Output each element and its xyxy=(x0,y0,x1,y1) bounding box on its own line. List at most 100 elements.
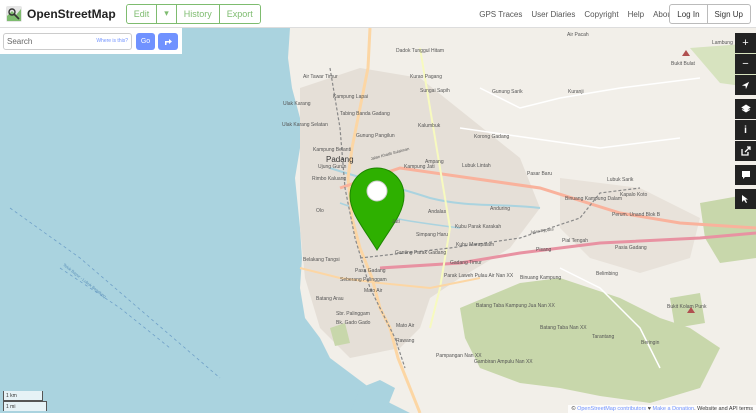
map-label: Tarantang xyxy=(592,334,615,340)
map-label: Kubu Marapalam xyxy=(456,242,495,248)
signup-button[interactable]: Sign Up xyxy=(707,4,751,24)
logo[interactable]: OpenStreetMap xyxy=(6,0,116,28)
map-label: Andalas xyxy=(428,209,447,215)
map-label: Ujung Gurun xyxy=(318,164,347,170)
map-label: Perum. Unand Blok B xyxy=(612,212,661,218)
map-label: Kampung Belanti xyxy=(313,147,352,153)
map-label: Kampung Lapai xyxy=(333,94,369,100)
map-label: Belimbing xyxy=(596,271,618,277)
map-label: Lambung xyxy=(712,40,733,46)
edit-dropdown-icon[interactable]: ▾ xyxy=(157,4,177,23)
map-tiles xyxy=(0,28,756,413)
map-label: Bukit Bulat xyxy=(671,61,695,67)
map-label: Rawang xyxy=(396,338,415,344)
map-label: Batang Arau xyxy=(316,296,344,302)
map-label: Beringin xyxy=(641,340,660,346)
map-label: Tabing Banda Gadang xyxy=(340,111,390,117)
where-is-this-link[interactable]: Where is this? xyxy=(96,38,128,44)
map-label: Kampung Jati xyxy=(404,164,435,170)
info-icon: i xyxy=(744,124,747,136)
auth-buttons: Log In Sign Up xyxy=(669,4,751,24)
map-label: Lubuk Sarik xyxy=(607,177,634,183)
scale-mi: 1 mi xyxy=(3,401,47,411)
nav-user-diaries[interactable]: User Diaries xyxy=(531,10,575,19)
scale-km: 1 km xyxy=(3,391,43,401)
edit-history-export-group: Edit ▾ History Export xyxy=(125,3,261,24)
map-label: Gambiran Ampulu Nan XX xyxy=(474,359,533,365)
share-icon xyxy=(740,146,751,156)
directions-icon xyxy=(165,39,172,45)
directions-button[interactable] xyxy=(158,32,178,50)
layers-icon xyxy=(740,104,751,113)
share-button[interactable] xyxy=(735,141,756,161)
map-label: Batang Taba Nan XX xyxy=(540,325,587,331)
login-button[interactable]: Log In xyxy=(669,4,708,24)
export-button[interactable]: Export xyxy=(219,4,260,23)
map-label: Gadang Timur xyxy=(450,260,482,266)
map-label: Bukit Kolam Punk xyxy=(667,304,707,310)
heart-icon: ♥ xyxy=(647,406,651,412)
map-label: Dadok Tunggul Hitam xyxy=(396,48,445,54)
locate-button[interactable] xyxy=(735,75,756,95)
map-label: Batang Taba Kampung Jua Nan XX xyxy=(476,303,555,309)
map-label: Sungai Sapih xyxy=(420,88,450,94)
map-label: Korong Gadang xyxy=(474,134,510,140)
map-canvas[interactable]: Air Pacah Dadok Tunggul Hitam Bukit Bula… xyxy=(0,28,756,413)
terms-text[interactable]: . Website and API terms xyxy=(694,406,753,412)
map-label: Kubu Parak Karakah xyxy=(455,224,502,230)
map-controls: + − i xyxy=(735,33,756,209)
scale-bar: 1 km 1 mi xyxy=(3,391,47,411)
nav-copyright[interactable]: Copyright xyxy=(584,10,618,19)
minus-icon: − xyxy=(742,58,749,70)
nav-gps-traces[interactable]: GPS Traces xyxy=(479,10,522,19)
map-label: Rimbo Kaluang xyxy=(312,176,347,182)
add-note-button[interactable] xyxy=(735,165,756,185)
map-label: Padang xyxy=(326,155,354,164)
map-key-button[interactable]: i xyxy=(735,120,756,140)
search-input[interactable]: Search Where is this? xyxy=(3,32,132,50)
map-label: Gunung Sarik xyxy=(492,89,523,95)
map-label: Ulak Karang Selatan xyxy=(282,122,328,128)
map-label: Simpang Haru xyxy=(416,232,448,238)
logo-text: OpenStreetMap xyxy=(27,6,116,21)
note-icon xyxy=(741,171,750,179)
map-label: Pisang xyxy=(536,247,552,253)
go-button[interactable]: Go xyxy=(136,32,155,50)
map-label: Pasa Gadang xyxy=(355,268,386,274)
query-features-button[interactable] xyxy=(735,189,756,209)
map-label: Parak Laweh Pulau Air Nan XX xyxy=(444,273,514,279)
park-small xyxy=(670,293,705,328)
map-label: Sbr. Palinggam xyxy=(336,311,370,317)
locate-icon xyxy=(741,81,750,89)
zoom-in-button[interactable]: + xyxy=(735,33,756,53)
map-label: Pasia Gadang xyxy=(615,245,647,251)
edit-button[interactable]: Edit xyxy=(126,4,158,23)
map-label: Air Tawar Timur xyxy=(303,74,338,80)
osm-contributors-link[interactable]: OpenStreetMap contributors xyxy=(577,406,646,412)
map-label: Pasar Baru xyxy=(527,171,553,177)
peak-icon xyxy=(682,50,690,56)
osm-logo-icon xyxy=(6,5,22,22)
nav-help[interactable]: Help xyxy=(628,10,644,19)
attribution: © OpenStreetMap contributors ♥ Make a Do… xyxy=(568,405,756,413)
search-placeholder: Search xyxy=(7,36,33,46)
map-label: Kapalo Koto xyxy=(620,192,648,198)
history-button[interactable]: History xyxy=(176,4,220,23)
map-label: Ganting Parak Gadang xyxy=(395,250,447,256)
map-label: Jati xyxy=(392,219,400,225)
layers-button[interactable] xyxy=(735,99,756,119)
map-label: Ulak Karang xyxy=(283,101,311,107)
map-label: Binuang Kampung xyxy=(520,275,562,281)
query-cursor-icon xyxy=(741,195,748,203)
map-label: Seberang Palinggam xyxy=(340,277,387,283)
zoom-out-button[interactable]: − xyxy=(735,54,756,74)
plus-icon: + xyxy=(742,37,749,49)
map-label: Kalumbuk xyxy=(418,123,441,129)
map-label: Belakang Tangsi xyxy=(303,257,340,263)
map-label: Mato Air xyxy=(396,323,415,329)
search-bar: Search Where is this? Go xyxy=(0,28,182,54)
map-label: Kurao Pagang xyxy=(410,74,442,80)
donation-link[interactable]: Make a Donation xyxy=(653,406,695,412)
map-label: Mato Air xyxy=(364,288,383,294)
map-label: Lubuk Lintah xyxy=(462,163,491,169)
